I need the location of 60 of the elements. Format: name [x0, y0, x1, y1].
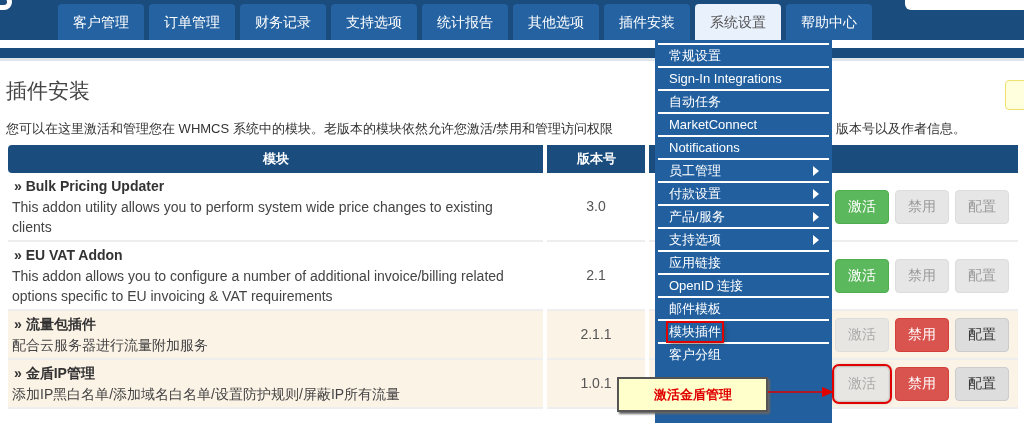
menu-item-label: 付款设置	[668, 184, 722, 203]
configure-button[interactable]: 配置	[955, 366, 1009, 401]
menu-item-label: Sign-In Integrations	[668, 69, 783, 88]
version-text: 2.1	[586, 266, 606, 285]
menu-item[interactable]: 产品/服务	[658, 204, 829, 227]
nav-tab[interactable]: 插件安装	[604, 4, 690, 40]
menu-item-label: 产品/服务	[668, 207, 726, 226]
disable-button[interactable]: 禁用	[895, 366, 949, 401]
version-text: 3.0	[586, 197, 606, 216]
module-description: 配合云服务器进行流量附加服务	[12, 336, 209, 355]
menu-item-label: 邮件模板	[668, 299, 722, 318]
menu-item[interactable]: 客户分组	[658, 342, 829, 365]
menu-item[interactable]: 支持选项	[658, 227, 829, 250]
menu-item[interactable]: Notifications	[658, 135, 829, 158]
menu-item[interactable]: MarketConnect	[658, 112, 829, 135]
nav-tab[interactable]: 系统设置	[695, 4, 781, 40]
menu-item[interactable]: 应用链接	[658, 250, 829, 273]
nav-tab[interactable]: 统计报告	[422, 4, 508, 40]
nav-tab[interactable]: 帮助中心	[786, 4, 872, 40]
menu-item[interactable]: 模块插件	[658, 319, 829, 342]
menu-item-label: 客户分组	[668, 345, 722, 364]
nav-tab[interactable]: 客户管理	[58, 4, 144, 40]
menu-item-label: 自动任务	[668, 92, 722, 111]
configure-button[interactable]: 配置	[955, 317, 1009, 352]
menu-item[interactable]: 自动任务	[658, 89, 829, 112]
menu-item-label: Notifications	[668, 138, 741, 157]
nav-tab[interactable]: 订单管理	[149, 4, 235, 40]
page-description: 您可以在这里激活和管理您在 WHMCS 系统中的模块。老版本的模块依然允许您激活/禁用和管理访问权限	[6, 120, 614, 138]
arrow-icon	[768, 387, 834, 397]
module-description: This addon allows you to configure a number of additional invoice/billing related options specific to EU invoicing & VAT requirements	[12, 267, 505, 306]
page-title: 插件安装	[6, 78, 90, 104]
menu-item-label: 应用链接	[668, 253, 722, 272]
menu-item[interactable]: 邮件模板	[658, 296, 829, 319]
nav-tab[interactable]: 财务记录	[240, 4, 326, 40]
module-name: » 流量包插件	[13, 315, 97, 334]
version-text: 2.1.1	[580, 325, 612, 344]
nav-tab[interactable]: 其他选项	[513, 4, 599, 40]
column-header: 模块	[8, 145, 543, 173]
version-text: 1.0.1	[580, 374, 612, 393]
menu-item[interactable]: OpenID 连接	[658, 273, 829, 296]
column-header: 版本号	[547, 145, 645, 173]
menu-item-label: 支持选项	[668, 230, 722, 249]
menu-item-label: MarketConnect	[668, 115, 759, 134]
menu-item-label: 模块插件	[668, 322, 722, 341]
menu-item-label: 员工管理	[668, 161, 722, 180]
module-description: 添加IP黑白名单/添加域名白名单/设置防护规则/屏蔽IP所有流量	[12, 385, 402, 404]
module-name: » 金盾IP管理	[13, 364, 96, 383]
menu-item-label: OpenID 连接	[668, 276, 745, 295]
module-name: » EU VAT Addon	[13, 246, 124, 265]
menu-item[interactable]: 付款设置	[658, 181, 829, 204]
page-description: 版本号以及作者信息。	[836, 120, 966, 138]
callout-text: 激活金盾管理	[653, 385, 732, 404]
menu-item[interactable]: 常规设置	[658, 43, 829, 66]
nav-tab[interactable]: 支持选项	[331, 4, 417, 40]
menu-item[interactable]: Sign-In Integrations	[658, 66, 829, 89]
menu-item-label: 常规设置	[668, 46, 722, 65]
disable-button[interactable]: 禁用	[895, 317, 949, 352]
module-name: » Bulk Pricing Updater	[13, 177, 166, 196]
module-description: This addon utility allows you to perform system wide price changes to existing clients	[12, 198, 494, 237]
menu-item[interactable]: 员工管理	[658, 158, 829, 181]
